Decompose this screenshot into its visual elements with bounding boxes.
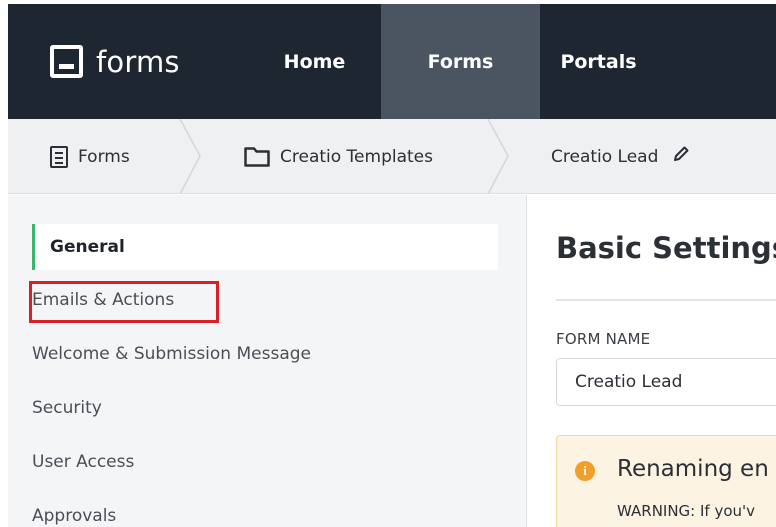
sidebar-item-welcome-submission[interactable]: Welcome & Submission Message	[32, 344, 311, 364]
breadcrumb-separator	[179, 119, 201, 194]
main-content: Basic Settings FORM NAME Creatio Lead i …	[528, 195, 776, 527]
breadcrumb-forms[interactable]: Forms	[50, 119, 130, 194]
pencil-icon[interactable]	[672, 145, 690, 168]
sidebar-item-approvals[interactable]: Approvals	[32, 506, 116, 526]
breadcrumb-separator	[487, 119, 509, 194]
highlight-box	[29, 281, 219, 323]
settings-sidebar: General Emails & Actions Welcome & Submi…	[8, 195, 527, 527]
warning-body: WARNING: If you'v	[617, 502, 756, 520]
warning-title: Renaming en	[617, 456, 769, 482]
form-name-input[interactable]: Creatio Lead	[556, 358, 776, 406]
folder-icon	[244, 146, 270, 167]
breadcrumb-forms-label: Forms	[78, 146, 130, 167]
forms-logo-icon	[50, 45, 83, 78]
breadcrumb-creatio-lead[interactable]: Creatio Lead	[551, 119, 690, 194]
breadcrumb-creatio-templates-label: Creatio Templates	[280, 146, 433, 167]
sidebar-item-user-access[interactable]: User Access	[32, 452, 134, 472]
breadcrumb-creatio-lead-label: Creatio Lead	[551, 146, 659, 167]
brand-logo[interactable]: forms	[8, 4, 248, 119]
breadcrumb: Forms Creatio Templates Creatio Lead	[8, 119, 776, 194]
nav-forms[interactable]: Forms	[381, 4, 540, 119]
document-icon	[50, 145, 68, 168]
brand-name: forms	[96, 44, 180, 79]
top-navigation: forms Home Forms Portals	[8, 4, 776, 119]
nav-portals[interactable]: Portals	[540, 4, 657, 119]
page-title: Basic Settings	[556, 231, 776, 265]
sidebar-item-security[interactable]: Security	[32, 398, 102, 418]
rename-warning-box: i Renaming en WARNING: If you'v	[556, 435, 776, 527]
nav-home[interactable]: Home	[248, 4, 381, 119]
info-icon: i	[575, 461, 595, 481]
breadcrumb-creatio-templates[interactable]: Creatio Templates	[244, 119, 433, 194]
sidebar-item-general[interactable]: General	[32, 224, 498, 270]
form-name-label: FORM NAME	[556, 330, 651, 348]
title-divider	[556, 299, 776, 301]
